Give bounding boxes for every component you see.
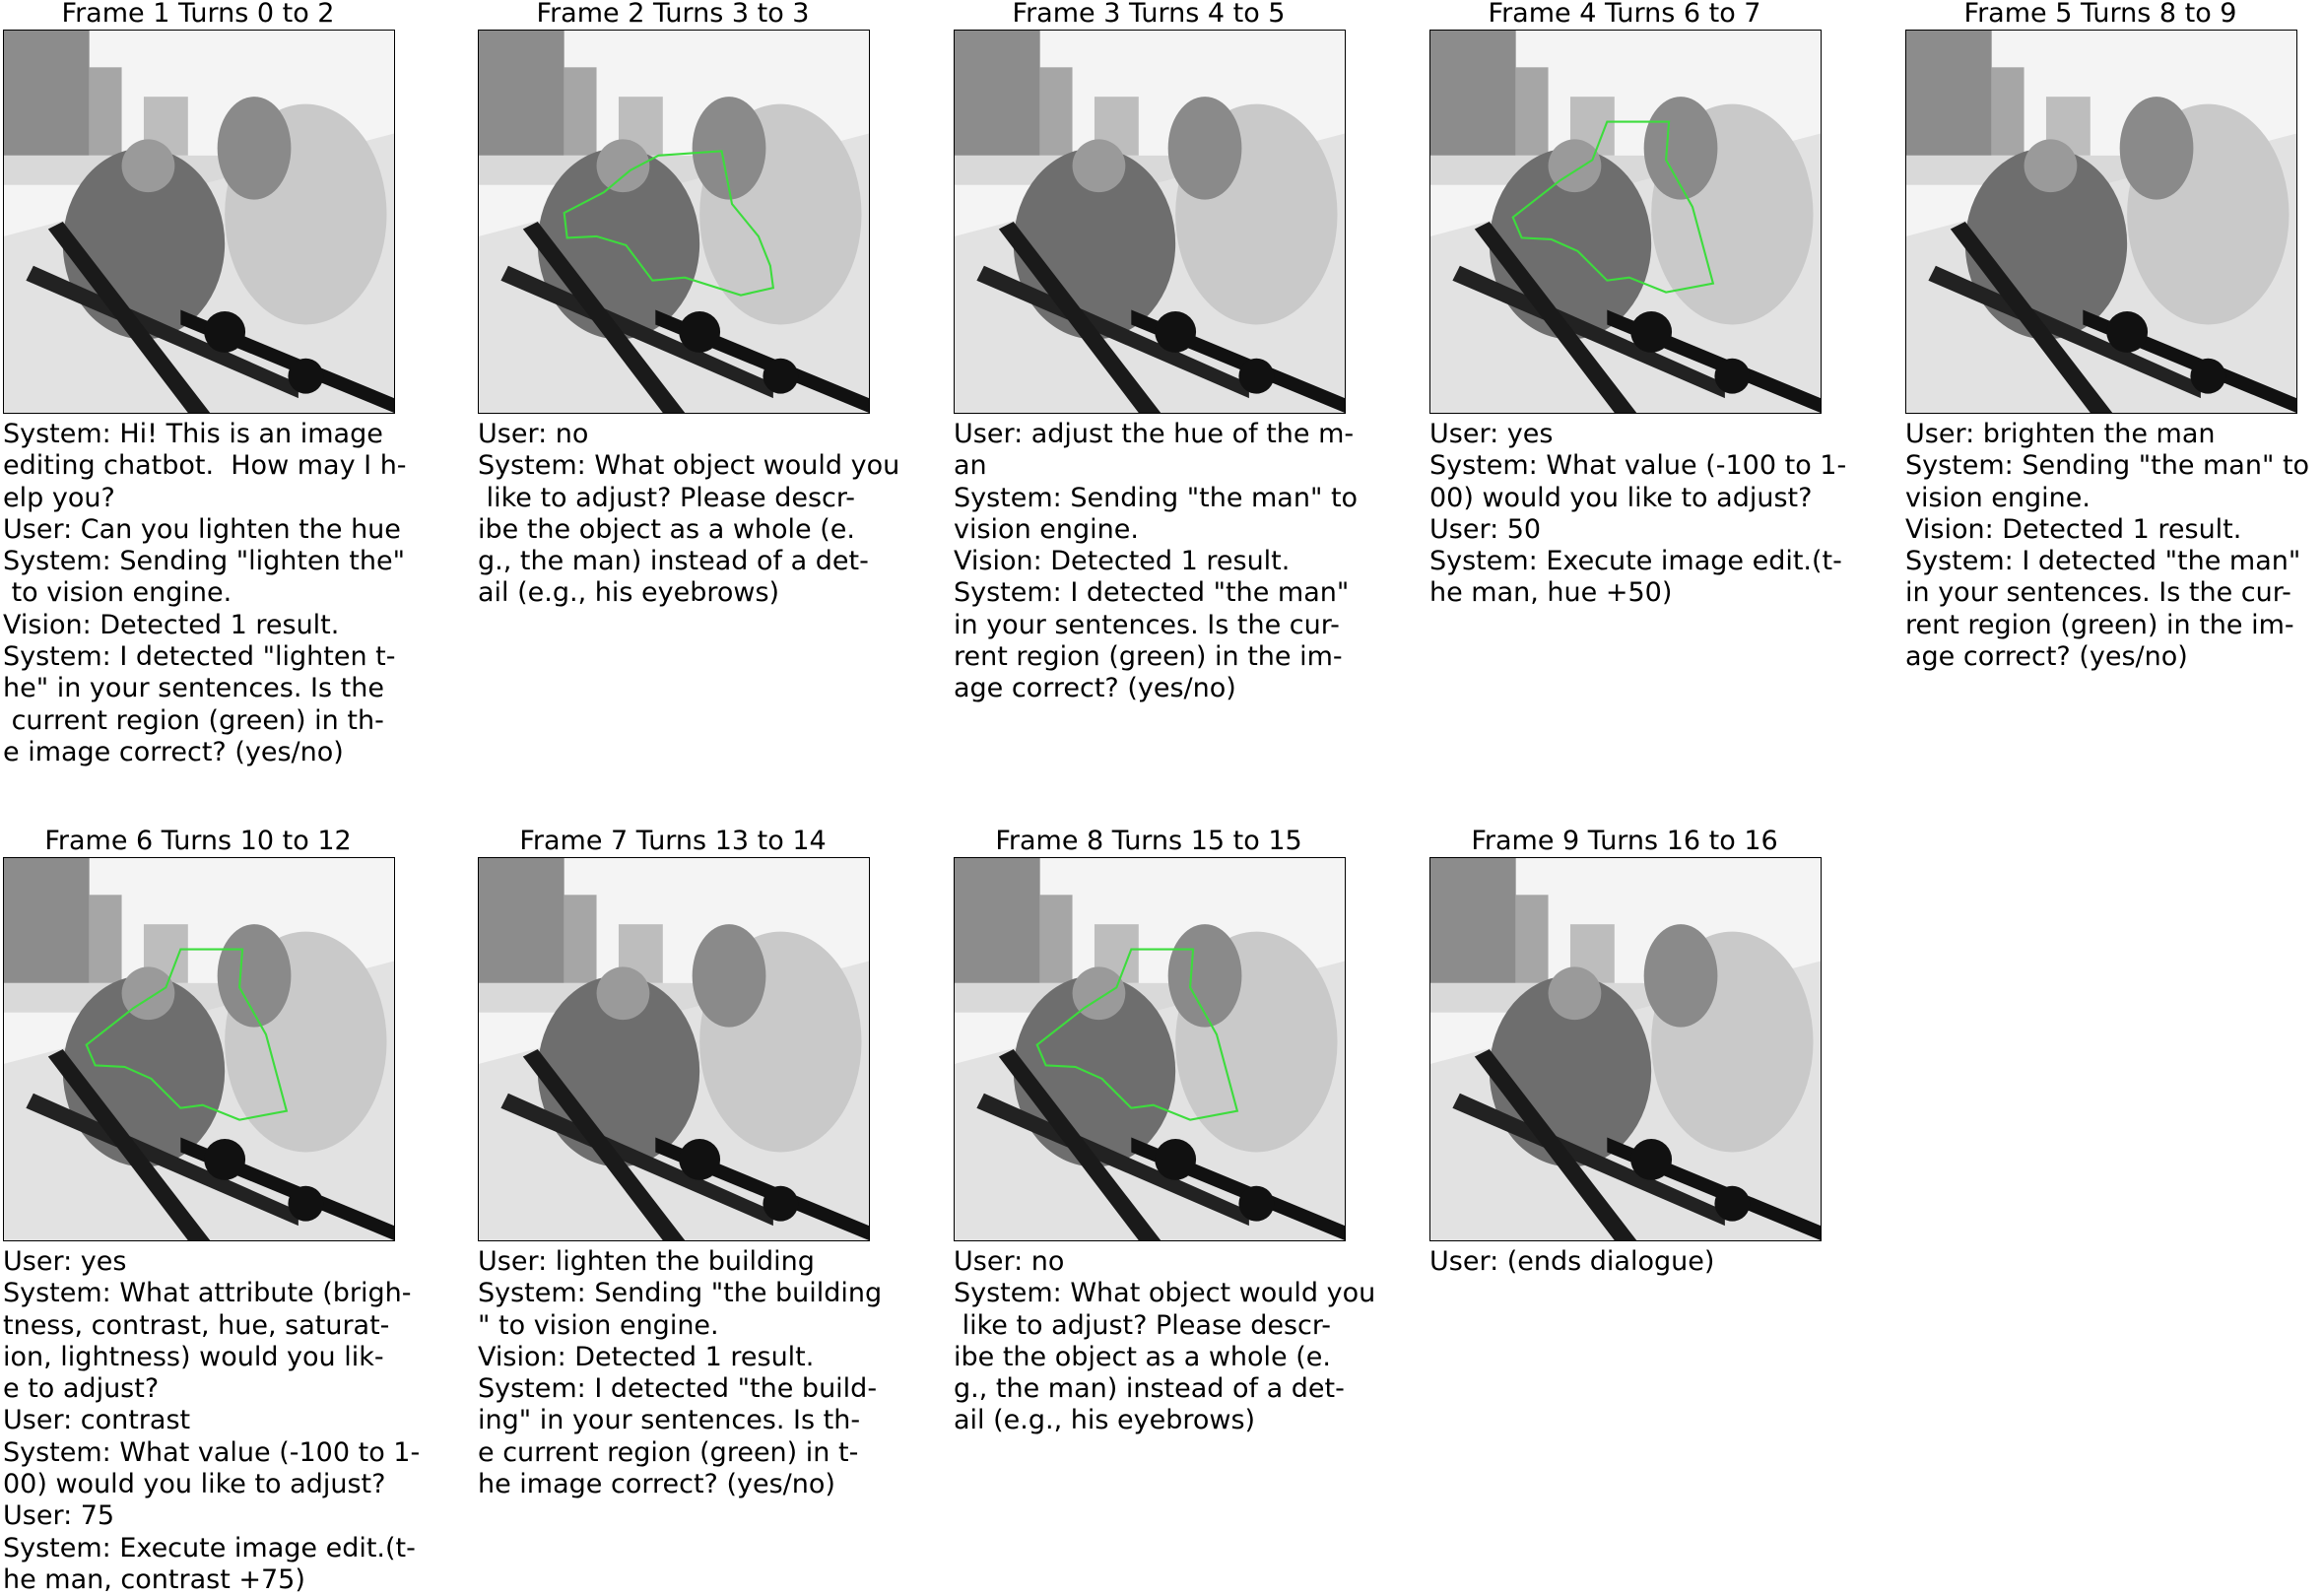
dialogue-line: User: no xyxy=(954,1246,1065,1277)
frame-title: Frame 1 Turns 0 to 2 xyxy=(61,0,335,29)
frame-title: Frame 5 Turns 8 to 9 xyxy=(1963,0,2237,29)
dialogue-line: User: yes xyxy=(3,1246,127,1277)
dialogue-line: ail (e.g., his eyebrows) xyxy=(478,577,780,609)
dialogue-line: System: Sending "the man" to xyxy=(954,482,1359,513)
dialogue-line: editing chatbot. How may I h- xyxy=(3,450,407,482)
frame-image xyxy=(954,857,1346,1241)
dialogue-text: User: yes System: What attribute (brigh-t… xyxy=(3,1246,466,1596)
dialogue-line: User: contrast xyxy=(3,1405,191,1436)
dialogue-line: ing" in your sentences. Is th- xyxy=(478,1405,861,1436)
dialogue-line: System: I detected "the build- xyxy=(478,1373,878,1405)
dialogue-line: System: What value (-100 to 1- xyxy=(3,1436,421,1468)
dialogue-line: like to adjust? Please descr- xyxy=(954,1309,1331,1341)
dialogue-line: System: Execute image edit.(t- xyxy=(1429,546,1842,577)
dialogue-line: e image correct? (yes/no) xyxy=(3,736,344,767)
dialogue-line: vision engine. xyxy=(954,513,1139,545)
dialogue-text: System: Hi! This is an image editing chat… xyxy=(3,419,466,768)
dialogue-line: he man, contrast +75) xyxy=(3,1563,305,1595)
frame-image xyxy=(1905,30,2297,414)
dialogue-line: System: Sending "lighten the" xyxy=(3,546,405,577)
dialogue-line: in your sentences. Is the cur- xyxy=(1905,577,2291,609)
dialogue-line: System: I detected "lighten t- xyxy=(3,641,396,673)
dialogue-line: System: Sending "the man" to xyxy=(1905,450,2310,482)
dialogue-text: User: no System: What object would you li… xyxy=(954,1246,1417,1437)
frame-title: Frame 2 Turns 3 to 3 xyxy=(536,0,810,29)
dialogue-line: he" in your sentences. Is the xyxy=(3,673,384,704)
dialogue-line: age correct? (yes/no) xyxy=(954,673,1236,704)
dialogue-line: g., the man) instead of a det- xyxy=(478,546,869,577)
dialogue-line: User: (ends dialogue) xyxy=(1429,1246,1715,1277)
dialogue-line: rent region (green) in the im- xyxy=(1905,609,2294,640)
frame-image xyxy=(1429,857,1822,1241)
dialogue-text: User: yes System: What value (-100 to 1- 0… xyxy=(1429,419,1892,610)
dialogue-line: ibe the object as a whole (e. xyxy=(478,513,855,545)
dialogue-line: ibe the object as a whole (e. xyxy=(954,1341,1331,1372)
dialogue-line: User: no xyxy=(478,419,589,449)
dialogue-line: System: What object would you xyxy=(478,450,900,482)
dialogue-line: in your sentences. Is the cur- xyxy=(954,609,1340,640)
dialogue-line: e current region (green) in t- xyxy=(478,1436,859,1468)
dialogue-line: to vision engine. xyxy=(3,577,232,609)
dialogue-line: System: What value (-100 to 1- xyxy=(1429,450,1847,482)
dialogue-line: 00) would you like to adjust? xyxy=(1429,482,1813,513)
dialogue-line: current region (green) in th- xyxy=(3,704,384,736)
frame-title: Frame 6 Turns 10 to 12 xyxy=(44,826,352,856)
frame-title: Frame 8 Turns 15 to 15 xyxy=(995,826,1302,856)
dialogue-line: User: Can you lighten the hue xyxy=(3,513,401,545)
dialogue-line: vision engine. xyxy=(1905,482,2091,513)
dialogue-line: User: 75 xyxy=(3,1500,115,1532)
dialogue-line: Vision: Detected 1 result. xyxy=(3,609,340,640)
dialogue-line: System: I detected "the man" xyxy=(1905,546,2301,577)
dialogue-text: User: adjust the hue of the m-an System: … xyxy=(954,419,1417,705)
frame-image xyxy=(954,30,1346,414)
frame-image xyxy=(478,30,870,414)
dialogue-line: System: What attribute (brigh- xyxy=(3,1278,412,1309)
dialogue-line: User: adjust the hue of the m- xyxy=(954,419,1355,449)
dialogue-text: User: lighten the building System: Sendin… xyxy=(478,1246,941,1500)
frame-title: Frame 9 Turns 16 to 16 xyxy=(1471,826,1778,856)
dialogue-line: Vision: Detected 1 result. xyxy=(1905,513,2242,545)
dialogue-line: " to vision engine. xyxy=(478,1309,719,1341)
dialogue-text: User: brighten the man System: Sending "t… xyxy=(1905,419,2323,673)
dialogue-line: 00) would you like to adjust? xyxy=(3,1469,386,1500)
dialogue-line: an xyxy=(954,450,987,482)
dialogue-line: e to adjust? xyxy=(3,1373,160,1405)
dialogue-line: Vision: Detected 1 result. xyxy=(478,1341,815,1372)
dialogue-line: age correct? (yes/no) xyxy=(1905,641,2188,673)
dialogue-line: User: brighten the man xyxy=(1905,419,2216,449)
dialogue-line: System: Hi! This is an image xyxy=(3,419,383,449)
dialogue-line: g., the man) instead of a det- xyxy=(954,1373,1345,1405)
dialogue-line: rent region (green) in the im- xyxy=(954,641,1343,673)
frame-image xyxy=(3,30,395,414)
dialogue-text: User: (ends dialogue) xyxy=(1429,1246,1892,1278)
dialogue-line: elp you? xyxy=(3,482,115,513)
frame-image xyxy=(3,857,395,1241)
dialogue-line: like to adjust? Please descr- xyxy=(478,482,855,513)
frame-title: Frame 7 Turns 13 to 14 xyxy=(519,826,827,856)
dialogue-line: System: I detected "the man" xyxy=(954,577,1350,609)
dialogue-line: System: Sending "the building xyxy=(478,1278,883,1309)
frame-title: Frame 4 Turns 6 to 7 xyxy=(1488,0,1761,29)
dialogue-line: he image correct? (yes/no) xyxy=(478,1469,835,1500)
frame-title: Frame 3 Turns 4 to 5 xyxy=(1012,0,1286,29)
dialogue-line: System: Execute image edit.(t- xyxy=(3,1532,416,1563)
frame-image xyxy=(478,857,870,1241)
dialogue-line: User: 50 xyxy=(1429,513,1542,545)
frame-image xyxy=(1429,30,1822,414)
dialogue-line: Vision: Detected 1 result. xyxy=(954,546,1291,577)
dialogue-line: ion, lightness) would you lik- xyxy=(3,1341,384,1372)
dialogue-line: he man, hue +50) xyxy=(1429,577,1673,609)
dialogue-line: User: lighten the building xyxy=(478,1246,815,1277)
dialogue-line: User: yes xyxy=(1429,419,1554,449)
dialogue-line: ail (e.g., his eyebrows) xyxy=(954,1405,1256,1436)
dialogue-text: User: no System: What object would you li… xyxy=(478,419,941,610)
dialogue-line: tness, contrast, hue, saturat- xyxy=(3,1309,390,1341)
dialogue-line: System: What object would you xyxy=(954,1278,1376,1309)
